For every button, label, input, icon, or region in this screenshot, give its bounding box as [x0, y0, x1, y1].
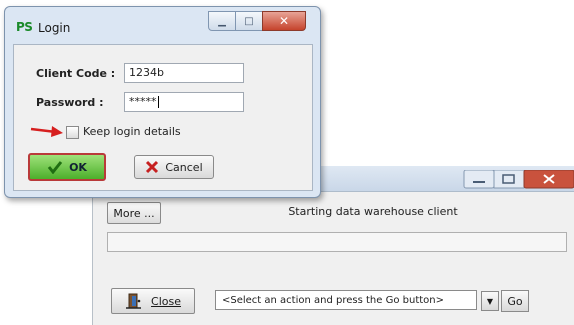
close-button[interactable]: Close — [111, 288, 195, 314]
login-form: Client Code : 1234b Password : ***** Kee… — [13, 44, 313, 191]
client-code-label: Client Code : — [36, 67, 116, 80]
minimize-button[interactable]: ▁ — [208, 11, 236, 31]
login-dialog: PS Login ▁ □ ✕ Client Code : 1234b Passw… — [4, 6, 321, 198]
text-caret — [157, 96, 159, 108]
action-select[interactable]: <Select an action and press the Go butto… — [215, 290, 477, 310]
chevron-down-icon: ▼ — [486, 296, 494, 306]
action-dropdown-button[interactable]: ▼ — [481, 291, 499, 311]
client-body: More ... Starting data warehouse client … — [93, 192, 574, 325]
client-window-control-icons — [463, 169, 574, 189]
client-window-controls — [463, 169, 574, 190]
password-mask: ***** — [129, 95, 157, 108]
app-logo: PS — [16, 20, 33, 34]
login-dialog-title: Login — [38, 21, 71, 35]
progress-bar — [107, 232, 567, 252]
ok-button[interactable]: OK — [28, 153, 106, 181]
cancel-button-label: Cancel — [165, 160, 203, 174]
ok-button-label: OK — [69, 160, 87, 174]
door-exit-icon — [126, 293, 142, 309]
red-arrow-icon — [30, 126, 63, 137]
status-message: Starting data warehouse client — [288, 205, 458, 218]
login-titlebar: PS Login ▁ □ ✕ — [5, 7, 320, 39]
close-button-label: Close — [151, 294, 181, 308]
close-icon: ✕ — [278, 14, 290, 28]
go-button[interactable]: Go — [501, 290, 529, 312]
password-input[interactable]: ***** — [124, 92, 244, 112]
keep-login-label: Keep login details — [83, 125, 181, 138]
more-button[interactable]: More ... — [107, 202, 161, 224]
checkmark-icon — [47, 161, 63, 174]
keep-login-checkbox[interactable] — [66, 126, 79, 139]
password-label: Password : — [36, 96, 104, 109]
login-window-controls: ▁ □ ✕ — [208, 11, 314, 33]
cancel-button[interactable]: Cancel — [134, 155, 214, 179]
login-close-button[interactable]: ✕ — [262, 11, 306, 31]
maximize-button[interactable]: □ — [235, 11, 263, 31]
minimize-icon: ▁ — [218, 15, 226, 27]
maximize-icon: □ — [244, 15, 254, 27]
red-x-icon — [146, 160, 159, 174]
client-code-input[interactable]: 1234b — [124, 63, 244, 83]
